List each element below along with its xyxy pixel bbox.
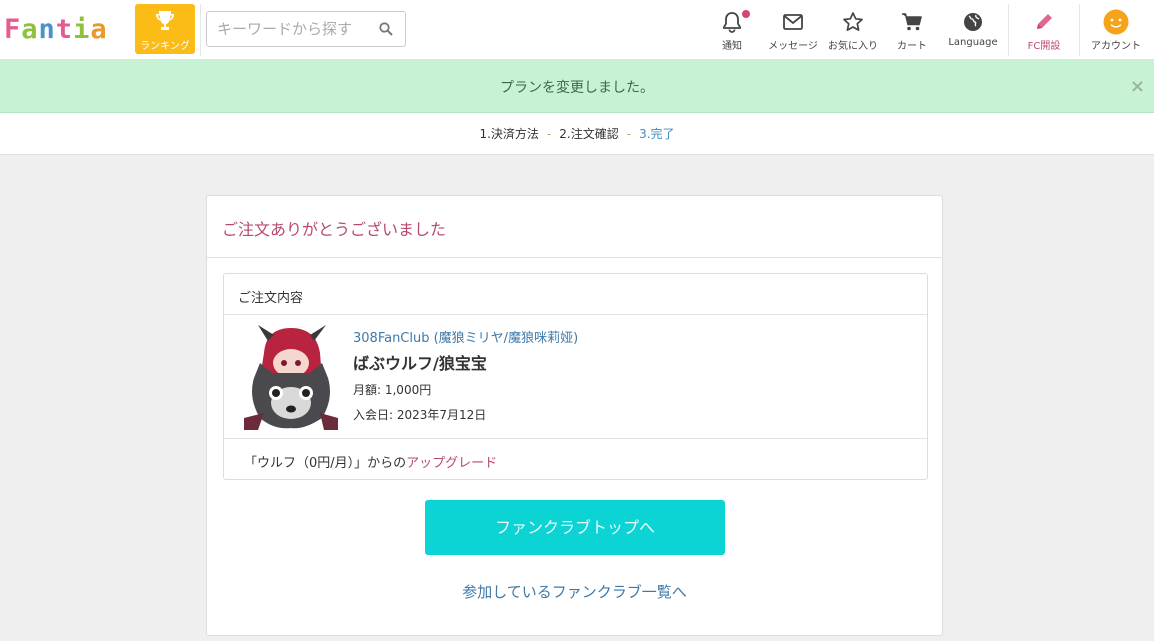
nav-label: FC開設	[1027, 41, 1061, 52]
star-icon	[843, 12, 863, 31]
upgrade-prefix: 「ウルフ（0円/月）」からの	[244, 456, 407, 471]
globe-icon	[964, 13, 982, 31]
nav-label: アカウント	[1091, 41, 1141, 52]
flash-message: プランを変更しました。	[500, 80, 654, 96]
nav-label: お気に入り	[828, 41, 878, 52]
top-header: F a n t i a ランキング 通知 メッセージ	[0, 0, 1154, 60]
order-details-title: ご注文内容	[238, 291, 304, 306]
logo-letter: a	[90, 13, 108, 45]
fanclub-top-button[interactable]: ファンクラブトップへ	[425, 500, 725, 555]
step-confirm: 2.注文確認	[559, 127, 619, 141]
step-separator: -	[626, 127, 632, 141]
cart-icon	[902, 13, 922, 31]
notification-badge	[742, 10, 750, 18]
logo-letter: n	[38, 13, 56, 45]
logo-letter: a	[21, 13, 39, 45]
thank-you-title: ご注文ありがとうございました	[222, 220, 447, 239]
nav-notifications[interactable]: 通知	[712, 8, 752, 52]
order-item: 308FanClub (魔狼ミリヤ/魔狼咪莉娅) ばぶウルフ/狼宝宝 月額: 1…	[224, 315, 927, 439]
nav-label: 通知	[722, 41, 742, 52]
search-icon[interactable]	[379, 22, 393, 36]
step-complete: 3.完了	[639, 127, 675, 141]
step-payment: 1.決済方法	[479, 127, 539, 141]
fantia-logo[interactable]: F a n t i a	[4, 13, 108, 45]
monthly-price: 月額: 1,000円	[353, 383, 432, 397]
nav-favorites[interactable]: お気に入り	[824, 8, 882, 52]
smiley-avatar-icon	[1103, 9, 1129, 35]
search-box	[206, 11, 406, 47]
nav-fc-open[interactable]: FC開設	[1018, 8, 1070, 52]
joined-fanclubs-link[interactable]: 参加しているファンクラブ一覧へ	[207, 581, 942, 602]
card-header: ご注文ありがとうございました	[207, 196, 942, 258]
order-complete-card: ご注文ありがとうございました ご注文内容 308FanClub (魔狼ミリヤ/魔…	[206, 195, 943, 636]
fanclub-name-link[interactable]: 308FanClub (魔狼ミリヤ/魔狼咪莉娅)	[353, 327, 578, 346]
plan-name: ばぶウルフ/狼宝宝	[353, 354, 487, 373]
nav-cart[interactable]: カート	[890, 8, 934, 52]
nav-language[interactable]: Language	[944, 8, 1002, 52]
step-separator: -	[546, 127, 552, 141]
nav-label: カート	[897, 41, 927, 52]
bell-icon	[723, 12, 741, 33]
ranking-button[interactable]: ランキング	[135, 4, 195, 54]
checkout-steps: 1.決済方法 -2.注文確認 -3.完了	[0, 113, 1154, 155]
success-flash: プランを変更しました。 ×	[0, 60, 1154, 113]
order-details-header: ご注文内容	[224, 274, 927, 315]
upgrade-note: 「ウルフ（0円/月）」からのアップグレード	[244, 452, 497, 471]
header-divider	[1008, 4, 1009, 56]
flash-close-button[interactable]: ×	[1130, 76, 1145, 97]
search-input[interactable]	[217, 18, 372, 40]
nav-account[interactable]: アカウント	[1088, 8, 1144, 52]
header-divider	[200, 4, 201, 56]
logo-letter: i	[73, 13, 91, 45]
nav-messages[interactable]: メッセージ	[763, 8, 823, 52]
envelope-icon	[783, 14, 803, 30]
trophy-icon	[156, 11, 174, 30]
order-details-panel: ご注文内容 308FanClub (魔狼ミリヤ/魔狼咪莉娅) ばぶウルフ/狼宝宝…	[223, 273, 928, 480]
ranking-label: ランキング	[140, 41, 190, 52]
steps-row: 1.決済方法 -2.注文確認 -3.完了	[0, 125, 1154, 142]
logo-letter: F	[4, 13, 22, 45]
fanclub-thumbnail[interactable]	[244, 323, 338, 430]
logo-letter: t	[55, 13, 74, 45]
header-divider	[1079, 4, 1080, 56]
upgrade-highlight: アップグレード	[406, 456, 498, 471]
nav-label: メッセージ	[768, 41, 818, 52]
join-date: 入会日: 2023年7月12日	[353, 408, 487, 422]
nav-label: Language	[948, 37, 998, 48]
pencil-icon	[1037, 14, 1052, 29]
